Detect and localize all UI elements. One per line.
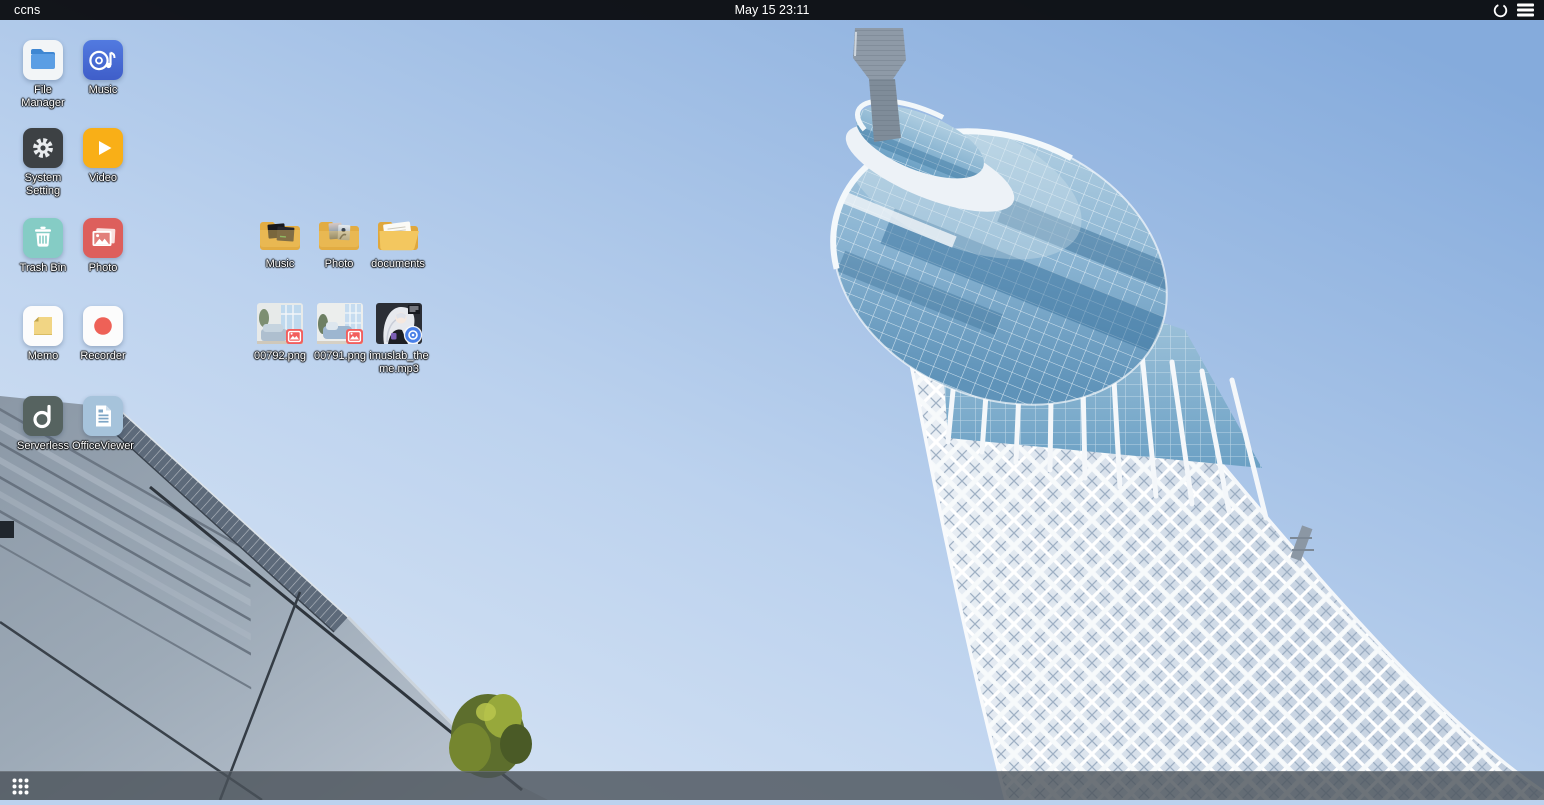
desktop-icon-file-manager[interactable]: File Manager	[11, 40, 75, 110]
icon-label: System Setting	[12, 172, 74, 198]
desktop-icon-trash-bin[interactable]: Trash Bin	[11, 218, 75, 275]
clock-label: May 15 23:11	[0, 3, 1544, 17]
memo-note-icon	[23, 306, 63, 346]
trash-icon	[23, 218, 63, 258]
icon-label: documents	[371, 258, 425, 271]
image-badge	[346, 329, 363, 344]
desktop-icon-music[interactable]: Music	[71, 40, 135, 97]
menu-icon[interactable]	[1517, 3, 1534, 17]
desktop-root: { "topbar": { "hostname": "ccns", "clock…	[0, 0, 1544, 800]
desktop-icon-photo[interactable]: Photo	[71, 218, 135, 275]
desktop-surface[interactable]	[0, 0, 1544, 800]
icon-label: 00792.png	[254, 350, 306, 363]
music-app-icon	[83, 40, 123, 80]
icon-label: Photo	[89, 262, 118, 275]
icon-label: Trash Bin	[20, 262, 67, 275]
icon-label: Serverless	[17, 440, 69, 453]
desktop-icon-serverless[interactable]: Serverless	[11, 396, 75, 453]
desktop-folder-music[interactable]: Music	[248, 216, 312, 271]
icon-label: OfficeViewer	[72, 440, 134, 453]
icon-label: Photo	[325, 258, 354, 271]
icon-label: Video	[89, 172, 117, 185]
audio-badge	[405, 327, 422, 344]
record-dot-icon	[83, 306, 123, 346]
photo-icon	[83, 218, 123, 258]
gear-icon	[23, 128, 63, 168]
wallpaper-image	[0, 0, 1544, 800]
app-grid-icon	[11, 777, 30, 796]
loading-spinner-icon[interactable]	[1493, 3, 1508, 18]
folder-music-icon	[256, 216, 304, 256]
top-bar: ccns May 15 23:11	[0, 0, 1544, 20]
hostname-label: ccns	[0, 3, 41, 17]
icon-label: Music	[266, 258, 295, 271]
image-thumbnail	[314, 302, 366, 348]
icon-label: Music	[89, 84, 118, 97]
document-icon	[83, 396, 123, 436]
icon-label: File Manager	[12, 84, 74, 110]
app-launcher-button[interactable]	[5, 772, 35, 800]
icon-label: imuslab_theme.mp3	[368, 350, 430, 376]
sigma-icon	[23, 396, 63, 436]
folder-photo-icon	[315, 216, 363, 256]
image-badge	[286, 329, 303, 344]
image-thumbnail	[254, 302, 306, 348]
desktop-file-00792[interactable]: 00792.png	[248, 302, 312, 363]
audio-thumbnail	[373, 302, 425, 348]
desktop-folder-documents[interactable]: documents	[366, 216, 430, 271]
dock	[0, 771, 1544, 800]
desktop-icon-memo[interactable]: Memo	[11, 306, 75, 363]
folder-documents-icon	[374, 216, 422, 256]
icon-label: Memo	[28, 350, 59, 363]
desktop-file-imuslab-theme[interactable]: imuslab_theme.mp3	[367, 302, 431, 376]
file-manager-icon	[23, 40, 63, 80]
desktop-icon-system-setting[interactable]: System Setting	[11, 128, 75, 198]
desktop-icon-office-viewer[interactable]: OfficeViewer	[71, 396, 135, 453]
desktop-file-00791[interactable]: 00791.png	[308, 302, 372, 363]
desktop-icon-recorder[interactable]: Recorder	[71, 306, 135, 363]
desktop-icon-video[interactable]: Video	[71, 128, 135, 185]
play-icon	[83, 128, 123, 168]
icon-label: Recorder	[80, 350, 125, 363]
desktop-folder-photo[interactable]: Photo	[307, 216, 371, 271]
icon-label: 00791.png	[314, 350, 366, 363]
